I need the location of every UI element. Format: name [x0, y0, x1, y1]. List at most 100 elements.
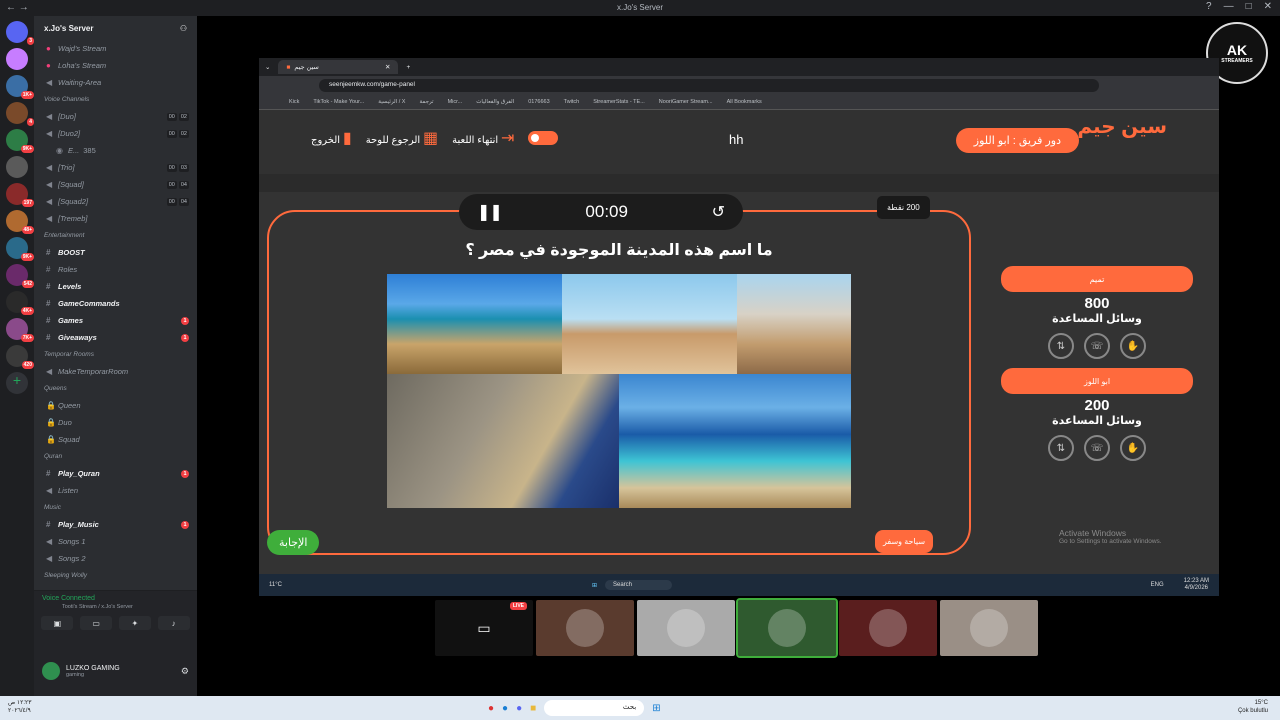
- address-bar[interactable]: seenjeemkw.com/game-panel: [319, 78, 1099, 92]
- two-answers-icon[interactable]: ⇅: [1048, 333, 1074, 359]
- camera-button[interactable]: ▣: [41, 616, 74, 630]
- participant-tile[interactable]: [736, 598, 838, 658]
- server-icon[interactable]: 542: [6, 264, 34, 288]
- text-channel[interactable]: # Levels: [34, 278, 197, 295]
- close-button[interactable]: ✕: [1264, 1, 1272, 12]
- server-icon[interactable]: 420: [6, 345, 34, 369]
- chrome-taskbar-icon[interactable]: ●: [488, 703, 494, 714]
- text-channel[interactable]: # Giveaways 1: [34, 329, 197, 346]
- discord-taskbar-icon[interactable]: ●: [516, 703, 522, 714]
- avatar[interactable]: [42, 662, 60, 680]
- text-channel[interactable]: # GameCommands: [34, 295, 197, 312]
- bookmark-item[interactable]: Micr...: [448, 99, 463, 105]
- end-game-toggle[interactable]: [528, 131, 559, 145]
- screen-share-button[interactable]: ▭: [80, 616, 113, 630]
- participant-tile[interactable]: [839, 600, 937, 656]
- participant-tile[interactable]: [637, 600, 735, 656]
- voice-channel[interactable]: 🔒 Queen: [34, 397, 197, 414]
- server-icon[interactable]: 48+: [6, 210, 34, 234]
- text-channel[interactable]: # Play_Music 1: [34, 516, 197, 533]
- channel-category[interactable]: Entertainment: [34, 227, 197, 244]
- voice-channel[interactable]: ◀ [Duo2] 00 02: [34, 125, 197, 142]
- voice-channel[interactable]: ◀ [Squad2] 00 04: [34, 193, 197, 210]
- channel-category[interactable]: Sleeping Wolly: [34, 567, 197, 584]
- server-icon[interactable]: [6, 48, 28, 70]
- tab-search-icon[interactable]: ⌄: [265, 63, 270, 71]
- server-icon[interactable]: 9K+: [6, 237, 34, 261]
- voice-channel[interactable]: ◀ [Squad] 00 04: [34, 176, 197, 193]
- server-icon[interactable]: [6, 156, 28, 178]
- answer-button[interactable]: الإجابة: [267, 530, 320, 555]
- voice-channel[interactable]: ◀ MakeTemporarRoom: [34, 363, 197, 380]
- pause-button[interactable]: ❚❚: [477, 202, 503, 222]
- server-icon[interactable]: 1K+: [6, 75, 34, 99]
- text-channel[interactable]: # Games 1: [34, 312, 197, 329]
- end-game-button[interactable]: ⇥ انتهاء اللعبة: [452, 128, 514, 148]
- channel-category[interactable]: Music: [34, 499, 197, 516]
- minimize-button[interactable]: —: [1224, 1, 1234, 12]
- activities-button[interactable]: ✦: [118, 616, 151, 630]
- voice-channel[interactable]: ◀ [Tremeb]: [34, 210, 197, 227]
- bookmark-item[interactable]: ترجمة: [419, 99, 433, 105]
- back-to-board-button[interactable]: ▦ الرجوع للوحة: [366, 128, 438, 148]
- voice-channel[interactable]: ◀ Listen: [34, 482, 197, 499]
- text-channel[interactable]: # Roles: [34, 261, 197, 278]
- voice-channel[interactable]: 🔒 Duo: [34, 414, 197, 431]
- invite-icon[interactable]: ⚇: [180, 24, 187, 33]
- maximize-button[interactable]: □: [1246, 1, 1252, 12]
- bookmark-item[interactable]: TikTok - Make Your...: [313, 99, 364, 105]
- bookmark-item[interactable]: Kick: [289, 99, 299, 105]
- bookmark-item[interactable]: StreamerStats - TE...: [593, 99, 645, 105]
- bookmark-item[interactable]: 0176663: [528, 99, 549, 105]
- voice-channel[interactable]: ◀ Waiting-Area: [34, 74, 197, 91]
- reset-timer-icon[interactable]: ↺: [712, 202, 725, 222]
- settings-gear-icon[interactable]: ⚙: [181, 666, 189, 677]
- channel-category[interactable]: Voice Channels: [34, 91, 197, 108]
- voice-channel[interactable]: ◀ [Trio] 00 03: [34, 159, 197, 176]
- bookmark-item[interactable]: All Bookmarks: [727, 99, 762, 105]
- windows-start-icon[interactable]: ⊞: [652, 703, 660, 714]
- server-icon[interactable]: 4: [6, 102, 34, 126]
- voice-channel[interactable]: ◀ [Duo] 00 02: [34, 108, 197, 125]
- server-icon[interactable]: 9K+: [6, 129, 34, 153]
- server-header[interactable]: x.Jo's Server ⚇: [34, 16, 197, 40]
- channel-category[interactable]: Queens: [34, 380, 197, 397]
- text-channel[interactable]: # BOOST: [34, 244, 197, 261]
- participant-tile[interactable]: ▭ LIVE: [435, 600, 533, 656]
- edge-taskbar-icon[interactable]: ●: [502, 703, 508, 714]
- hand-icon[interactable]: ✋: [1120, 333, 1146, 359]
- server-icon[interactable]: 3: [6, 21, 34, 45]
- server-icon[interactable]: 197: [6, 183, 34, 207]
- text-channel[interactable]: # Play_Quran 1: [34, 465, 197, 482]
- voice-channel[interactable]: ◀ Songs 1: [34, 533, 197, 550]
- phone-friend-icon[interactable]: ☏: [1084, 435, 1110, 461]
- participant-tile[interactable]: [536, 600, 634, 656]
- server-icon[interactable]: 4K+: [6, 291, 34, 315]
- voice-channel[interactable]: ◀ Songs 2: [34, 550, 197, 567]
- soundboard-button[interactable]: ♪: [157, 616, 190, 630]
- phone-friend-icon[interactable]: ☏: [1084, 333, 1110, 359]
- bookmark-item[interactable]: Twitch: [564, 99, 580, 105]
- browser-tab[interactable]: ■ سين جيم ✕: [278, 60, 399, 74]
- voice-user[interactable]: ◉ E... 385: [34, 142, 197, 159]
- host-search-box[interactable]: بحث: [544, 700, 645, 716]
- inner-search-box[interactable]: Search: [605, 580, 673, 590]
- bookmark-item[interactable]: الرئيسية / X: [378, 99, 405, 105]
- exit-button[interactable]: ▮ الخروج: [311, 128, 352, 148]
- add-server-button[interactable]: +: [6, 372, 28, 394]
- participant-tile[interactable]: [940, 600, 1038, 656]
- server-icon[interactable]: 7K+: [6, 318, 34, 342]
- bookmark-item[interactable]: NooriGamer Stream...: [659, 99, 713, 105]
- new-tab-button[interactable]: +: [406, 64, 410, 71]
- channel-category[interactable]: Temporar Rooms: [34, 346, 197, 363]
- windows-start-icon[interactable]: ⊞: [592, 582, 597, 589]
- two-answers-icon[interactable]: ⇅: [1048, 435, 1074, 461]
- bookmark-item[interactable]: الفرق والفعاليات: [476, 99, 514, 105]
- tab-close-icon[interactable]: ✕: [385, 63, 390, 71]
- help-icon[interactable]: ?: [1206, 1, 1212, 12]
- channel-category[interactable]: Quran: [34, 448, 197, 465]
- voice-channel[interactable]: ● Wajd's Stream: [34, 40, 197, 57]
- voice-channel[interactable]: 🔒 Squad: [34, 431, 197, 448]
- folder-taskbar-icon[interactable]: ■: [530, 703, 536, 714]
- hand-icon[interactable]: ✋: [1120, 435, 1146, 461]
